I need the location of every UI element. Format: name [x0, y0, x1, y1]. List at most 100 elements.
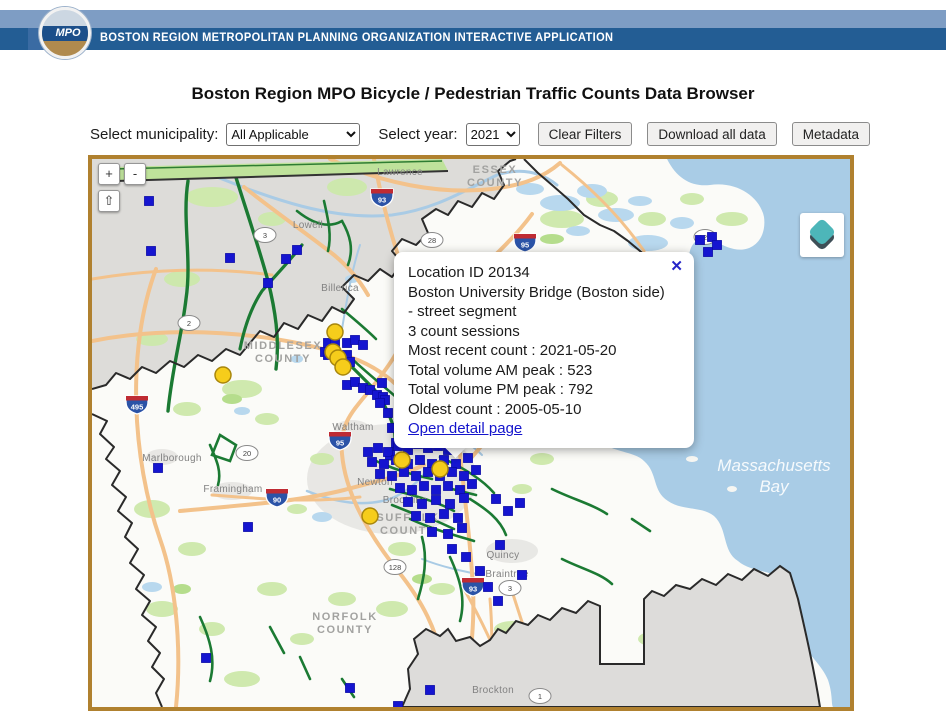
map-geography [462, 578, 484, 583]
count-location-marker[interactable] [380, 460, 389, 469]
count-location-marker[interactable] [492, 495, 501, 504]
count-location-marker[interactable] [147, 247, 156, 256]
count-location-marker[interactable] [484, 583, 493, 592]
count-location-marker[interactable] [412, 512, 421, 521]
count-location-marker[interactable] [293, 246, 302, 255]
map-geography [429, 583, 455, 595]
count-location-marker[interactable] [426, 514, 435, 523]
zoom-out-button[interactable]: - [124, 163, 146, 185]
count-location-marker[interactable] [472, 466, 481, 475]
open-detail-page-link[interactable]: Open detail page [408, 419, 522, 439]
map-geography: 495 [131, 403, 144, 412]
map-geography [178, 542, 206, 556]
count-location-marker[interactable] [428, 528, 437, 537]
map-geography [173, 584, 191, 594]
count-location-marker[interactable] [460, 494, 469, 503]
count-location-marker[interactable] [476, 567, 485, 576]
map-geography [371, 189, 393, 194]
count-location-marker[interactable] [504, 507, 513, 516]
count-location-marker[interactable] [368, 458, 377, 467]
count-location-marker[interactable] [418, 500, 427, 509]
count-location-marker[interactable] [408, 486, 417, 495]
count-location-marker[interactable] [412, 472, 421, 481]
count-location-marker[interactable] [426, 686, 435, 695]
map-container[interactable]: ESSEXCOUNTYMIDDLESEXCOUNTYSUFFOLKCOUNTYN… [88, 155, 854, 711]
popup-location-id: Location ID 20134 [408, 263, 680, 283]
selected-count-location-marker[interactable] [327, 324, 343, 340]
selected-count-location-marker[interactable] [215, 367, 231, 383]
map-geography [670, 217, 694, 229]
selected-count-location-marker[interactable] [394, 452, 410, 468]
selected-count-location-marker[interactable] [362, 508, 378, 524]
count-location-marker[interactable] [432, 496, 441, 505]
municipality-select[interactable]: All Applicable [226, 123, 360, 146]
count-location-marker[interactable] [494, 597, 503, 606]
map-geography: 90 [273, 496, 281, 505]
count-location-marker[interactable] [154, 464, 163, 473]
count-location-marker[interactable] [244, 523, 253, 532]
map-geography: 93 [378, 196, 386, 205]
count-location-marker[interactable] [145, 197, 154, 206]
count-location-marker[interactable] [388, 472, 397, 481]
count-location-marker[interactable] [226, 254, 235, 263]
count-location-marker[interactable] [424, 468, 433, 477]
count-location-marker[interactable] [364, 448, 373, 457]
count-location-marker[interactable] [444, 530, 453, 539]
popup-pm-peak: Total volume PM peak : 792 [408, 380, 680, 400]
count-location-marker[interactable] [448, 545, 457, 554]
count-location-marker[interactable] [462, 553, 471, 562]
download-all-data-button[interactable]: Download all data [647, 122, 776, 146]
app-window: BOSTON REGION METROPOLITAN PLANNING ORGA… [0, 0, 946, 719]
selected-count-location-marker[interactable] [335, 359, 351, 375]
count-location-marker[interactable] [464, 454, 473, 463]
count-location-marker[interactable] [359, 341, 368, 350]
count-location-marker[interactable] [416, 456, 425, 465]
count-location-marker[interactable] [446, 500, 455, 509]
map-geography [126, 396, 148, 401]
close-icon[interactable]: ✕ [670, 259, 683, 274]
year-select[interactable]: 2021 [466, 123, 520, 146]
map-geography [530, 453, 554, 465]
zoom-in-button[interactable]: + [98, 163, 120, 185]
count-location-marker[interactable] [713, 241, 722, 250]
municipality-label: Select municipality: [90, 126, 218, 143]
map-geography: MIDDLESEX [244, 340, 323, 352]
count-location-marker[interactable] [396, 484, 405, 493]
count-location-marker[interactable] [384, 409, 393, 418]
count-location-marker[interactable] [458, 524, 467, 533]
count-location-marker[interactable] [432, 486, 441, 495]
count-location-marker[interactable] [444, 482, 453, 491]
count-location-marker[interactable] [264, 279, 273, 288]
count-location-marker[interactable] [282, 255, 291, 264]
map-geography [680, 193, 704, 205]
selected-count-location-marker[interactable] [432, 461, 448, 477]
home-extent-button[interactable]: ⇧ [98, 190, 120, 212]
map-geography [164, 271, 200, 287]
count-location-marker[interactable] [448, 468, 457, 477]
count-location-marker[interactable] [518, 571, 527, 580]
basemap-toggle-button[interactable] [800, 213, 844, 257]
count-location-marker[interactable] [400, 468, 409, 477]
count-location-marker[interactable] [376, 399, 385, 408]
map-geography [255, 413, 279, 425]
count-location-marker[interactable] [378, 379, 387, 388]
count-location-marker[interactable] [374, 444, 383, 453]
count-location-marker[interactable] [468, 480, 477, 489]
count-location-marker[interactable] [420, 482, 429, 491]
map-geography [266, 489, 288, 494]
count-location-marker[interactable] [704, 248, 713, 257]
count-location-marker[interactable] [202, 654, 211, 663]
count-location-marker[interactable] [696, 236, 705, 245]
count-location-marker[interactable] [516, 499, 525, 508]
count-location-marker[interactable] [440, 510, 449, 519]
count-location-marker[interactable] [496, 541, 505, 550]
count-location-marker[interactable] [376, 470, 385, 479]
count-location-marker[interactable] [394, 702, 403, 708]
popup-location-type: - street segment [408, 302, 680, 322]
count-location-marker[interactable] [404, 498, 413, 507]
clear-filters-button[interactable]: Clear Filters [538, 122, 633, 146]
metadata-button[interactable]: Metadata [792, 122, 870, 146]
count-location-marker[interactable] [454, 514, 463, 523]
count-location-marker[interactable] [346, 684, 355, 693]
map-geography: 28 [428, 236, 436, 245]
